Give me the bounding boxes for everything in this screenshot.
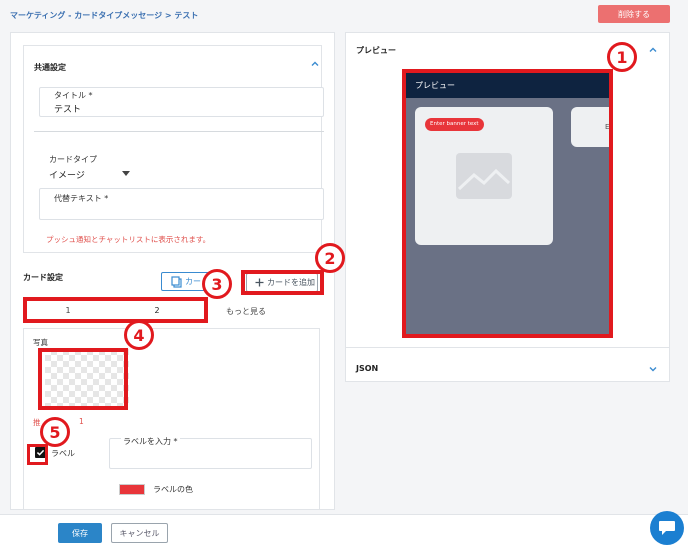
common-settings-card: 共通設定 タイトル * テスト カードタイプ イメージ 代替テキスト * プッシ… xyxy=(23,45,324,253)
chevron-up-icon-svg xyxy=(649,47,657,52)
divider xyxy=(24,509,321,510)
label-input-label: ラベルを入力 * xyxy=(121,436,180,447)
copy-card-label: カー xyxy=(185,277,201,286)
title-field-value: テスト xyxy=(54,105,82,115)
recommend-note-tail: 1 xyxy=(79,417,84,426)
chevron-down-icon[interactable] xyxy=(648,364,658,377)
card-settings-title: カード設定 xyxy=(23,273,63,282)
label-color-label: ラベルの色 xyxy=(153,485,193,494)
annotation-number-2: 2 xyxy=(315,243,345,273)
chevron-up-icon[interactable] xyxy=(310,59,320,72)
cancel-button[interactable]: キャンセル xyxy=(111,523,168,543)
annotation-box-add-card xyxy=(241,270,324,295)
label-checkbox-text: ラベル xyxy=(51,449,75,458)
chevron-up-icon-svg xyxy=(311,61,319,66)
copy-icon xyxy=(171,275,182,288)
common-settings-title: 共通設定 xyxy=(34,63,66,72)
label-color-swatch[interactable] xyxy=(119,484,145,495)
divider xyxy=(34,131,324,132)
title-field[interactable]: タイトル * テスト xyxy=(39,87,324,117)
card-type-label: カードタイプ xyxy=(49,155,97,164)
chat-bubble-icon xyxy=(659,521,675,535)
card-type-value: イメージ xyxy=(49,171,85,181)
delete-button[interactable]: 削除する xyxy=(598,5,670,23)
annotation-box-tabs xyxy=(23,297,208,323)
preview-title: プレビュー xyxy=(356,46,396,55)
annotation-box-checkbox xyxy=(27,444,48,465)
see-more-link[interactable]: もっと見る xyxy=(216,306,276,317)
chat-button[interactable] xyxy=(650,511,684,545)
annotation-number-5: 5 xyxy=(40,417,70,447)
annotation-box-photo xyxy=(38,348,128,410)
divider xyxy=(346,347,669,348)
card-type-select[interactable]: イメージ xyxy=(49,167,132,181)
annotation-box-preview xyxy=(402,69,613,338)
push-note: プッシュ通知とチャットリストに表示されます。 xyxy=(46,235,211,244)
dropdown-caret-icon xyxy=(122,171,130,176)
annotation-number-1: 1 xyxy=(607,42,637,72)
breadcrumb[interactable]: マーケティング - カードタイプメッセージ > テスト xyxy=(10,10,198,21)
label-input-field[interactable]: ラベルを入力 * xyxy=(109,436,312,469)
chevron-down-icon-svg xyxy=(649,367,657,372)
annotation-number-3: 3 xyxy=(202,269,232,299)
recommend-note: 推 xyxy=(33,418,41,427)
title-field-label: タイトル * xyxy=(54,91,93,100)
json-section-title[interactable]: JSON xyxy=(356,364,378,373)
alt-text-field-label: 代替テキスト * xyxy=(54,194,109,203)
save-button[interactable]: 保存 xyxy=(58,523,102,543)
photo-label: 写真 xyxy=(33,338,48,347)
footer-bar xyxy=(0,514,688,551)
alt-text-field[interactable]: 代替テキスト * xyxy=(39,188,324,220)
chevron-up-icon[interactable] xyxy=(648,45,658,58)
annotation-number-4: 4 xyxy=(124,320,154,350)
